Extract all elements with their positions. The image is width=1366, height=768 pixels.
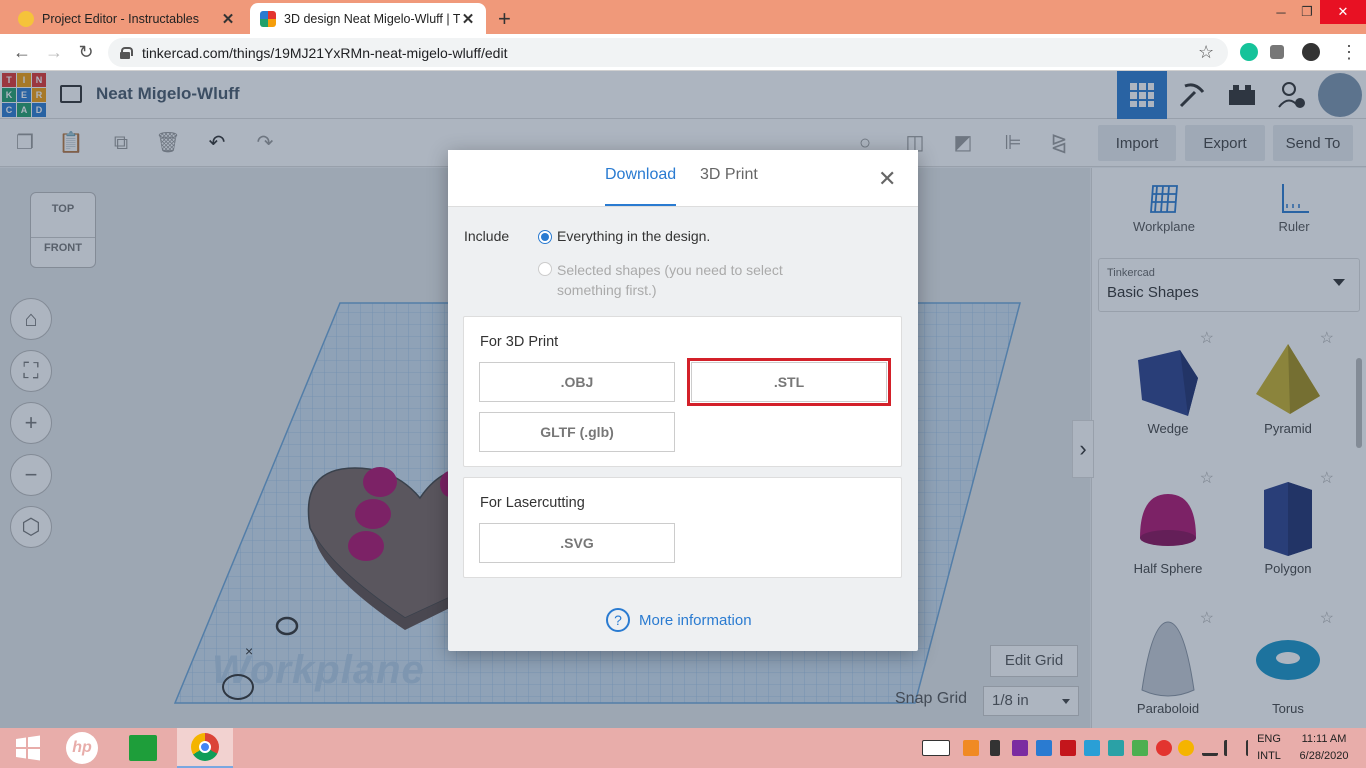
reload-icon[interactable]: ↻: [74, 41, 98, 65]
hp-logo-icon[interactable]: hp: [54, 728, 110, 768]
more-information-link[interactable]: ? More information: [606, 608, 752, 632]
onenote-icon[interactable]: [1012, 740, 1028, 756]
gltf-button[interactable]: GLTF (.glb): [479, 412, 675, 452]
more-information-label: More information: [639, 611, 752, 629]
tray-app-icon[interactable]: [963, 740, 979, 756]
maximize-icon[interactable]: ❐: [1290, 0, 1324, 24]
tray-app-icon[interactable]: [1108, 740, 1124, 756]
chrome-icon[interactable]: [177, 728, 233, 768]
language-indicator[interactable]: ENG: [1254, 733, 1284, 745]
extensions-puzzle-icon[interactable]: [1270, 45, 1284, 59]
volume-icon[interactable]: [1224, 740, 1240, 756]
usb-icon[interactable]: [990, 740, 1000, 756]
grammarly-extension-icon[interactable]: [1240, 43, 1258, 61]
tinkercad-favicon-icon: [260, 10, 276, 27]
section-title: For Lasercutting: [480, 495, 585, 511]
profile-avatar[interactable]: [1302, 43, 1320, 61]
windows-start-icon[interactable]: [0, 728, 56, 768]
back-icon[interactable]: ←: [10, 41, 34, 65]
windows-taskbar: hp ENG INTL 11:11 AM 6/28/2020: [0, 728, 1366, 768]
tray-app-icon[interactable]: [1178, 740, 1194, 756]
tab-download[interactable]: Download: [605, 166, 677, 206]
close-icon[interactable]: ✕: [878, 166, 896, 192]
radio-everything[interactable]: [538, 230, 552, 244]
url-field[interactable]: tinkercad.com/things/19MJ21YxRMn-neat-mi…: [108, 38, 1228, 67]
3d-print-formats-card: For 3D Print .OBJ .STL GLTF (.glb): [463, 316, 902, 467]
option-everything-label[interactable]: Everything in the design.: [557, 228, 710, 244]
beats-icon[interactable]: [1156, 740, 1172, 756]
clock-date[interactable]: 6/28/2020: [1292, 750, 1356, 762]
include-label: Include: [464, 228, 510, 244]
browser-menu-icon[interactable]: ⋮: [1340, 42, 1358, 63]
clock-time[interactable]: 11:11 AM: [1292, 733, 1356, 745]
instructables-favicon-icon: [18, 10, 34, 27]
browser-tab-strip: Project Editor - Instructables ✕ 3D desi…: [0, 0, 1366, 34]
bookmark-star-icon[interactable]: ☆: [1198, 42, 1214, 63]
stl-button[interactable]: .STL: [687, 358, 891, 406]
tray-q-icon[interactable]: [1060, 740, 1076, 756]
lasercutting-formats-card: For Lasercutting .SVG: [463, 477, 902, 578]
dialog-header: Download 3D Print ✕: [448, 150, 918, 207]
lock-icon: [120, 46, 133, 59]
tab-3d-print[interactable]: 3D Print: [700, 166, 758, 206]
help-icon: ?: [606, 608, 630, 632]
close-window-icon[interactable]: ✕: [1320, 0, 1366, 24]
option-selected-label[interactable]: Selected shapes (you need to select some…: [557, 260, 817, 300]
close-tab-icon[interactable]: ✕: [220, 10, 236, 28]
keyboard-icon[interactable]: [922, 740, 950, 756]
new-tab-icon[interactable]: +: [498, 6, 511, 32]
download-dialog: Download 3D Print ✕ Include Everything i…: [448, 150, 918, 651]
keyboard-layout[interactable]: INTL: [1254, 750, 1284, 762]
tray-app-icon[interactable]: [1084, 740, 1100, 756]
url-text: tinkercad.com/things/19MJ21YxRMn-neat-mi…: [142, 44, 508, 61]
close-tab-icon[interactable]: ✕: [460, 10, 476, 28]
store-icon[interactable]: [115, 728, 171, 768]
obj-button[interactable]: .OBJ: [479, 362, 675, 402]
tray-check-icon[interactable]: [1132, 740, 1148, 756]
radio-selected[interactable]: [538, 262, 552, 276]
tab-instructables[interactable]: Project Editor - Instructables ✕: [8, 3, 246, 34]
section-title: For 3D Print: [480, 334, 559, 350]
tab-title: 3D design Neat Migelo-Wluff | Ti: [284, 11, 460, 26]
tab-title: Project Editor - Instructables: [42, 11, 200, 26]
network-icon[interactable]: [1202, 740, 1218, 756]
svg-button[interactable]: .SVG: [479, 523, 675, 563]
tab-tinkercad[interactable]: 3D design Neat Migelo-Wluff | Ti ✕: [250, 3, 486, 34]
forward-icon[interactable]: →: [42, 41, 66, 65]
address-bar: ← → ↻ tinkercad.com/things/19MJ21YxRMn-n…: [0, 34, 1366, 71]
snowflake-icon[interactable]: [1036, 740, 1052, 756]
